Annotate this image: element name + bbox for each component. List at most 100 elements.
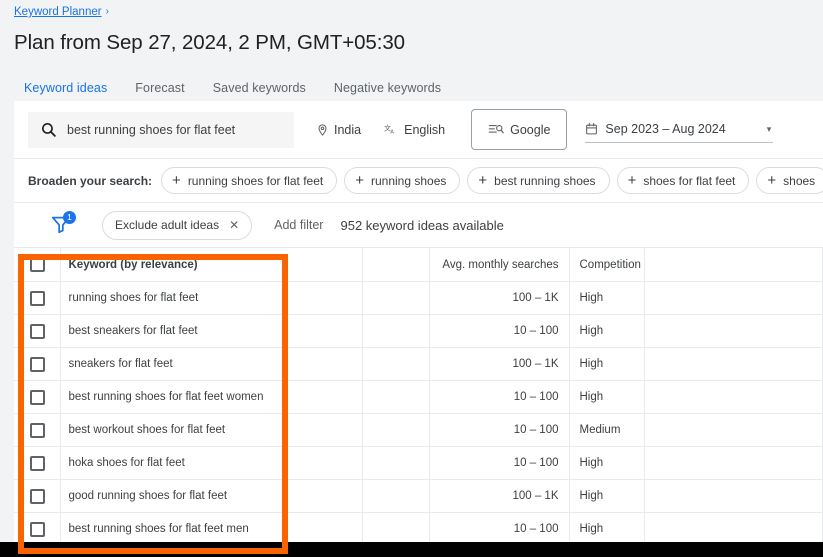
row-select-cell xyxy=(14,347,61,381)
cell-competition: High xyxy=(569,281,645,315)
table-row[interactable]: best running shoes for flat feet men 10 –… xyxy=(14,512,823,546)
cell-avg-monthly-searches: 10 – 100 xyxy=(429,446,570,480)
table-row[interactable]: good running shoes for flat feet 100 – 1K… xyxy=(14,479,823,513)
broaden-chip-shoes-for-flat-feet[interactable]: + shoes for flat feet xyxy=(616,167,750,194)
date-range-selector[interactable]: Sep 2023 – Aug 2024 ▾ xyxy=(585,116,774,143)
table-header-row: Keyword (by relevance) Avg. monthly sear… xyxy=(14,247,823,282)
cell-avg-monthly-searches: 10 – 100 xyxy=(429,413,570,447)
plus-icon: + xyxy=(627,172,637,189)
tab-label: Keyword ideas xyxy=(24,81,108,95)
row-select-cell xyxy=(14,380,61,414)
cell-keyword[interactable]: best running shoes for flat feet men xyxy=(60,512,363,546)
plus-icon: + xyxy=(478,172,488,189)
table-body: running shoes for flat feet 100 – 1K High b… xyxy=(14,281,823,546)
keyword-ideas-count: 952 keyword ideas available xyxy=(340,217,504,233)
cell-trailing xyxy=(644,347,823,381)
location-selector[interactable]: India xyxy=(316,123,361,137)
filter-toolbar: 1 Exclude adult ideas ✕ Add filter 952 k… xyxy=(14,203,823,247)
breadcrumb-link-keyword-planner[interactable]: Keyword Planner xyxy=(14,5,102,19)
tab-label: Saved keywords xyxy=(212,81,306,95)
row-checkbox[interactable] xyxy=(30,356,45,372)
table-row[interactable]: best running shoes for flat feet women 10… xyxy=(14,380,823,414)
cell-trailing xyxy=(644,479,823,513)
cell-blank xyxy=(362,413,430,447)
page-title: Plan from Sep 27, 2024, 2 PM, GMT+05:30 xyxy=(14,31,405,54)
cell-blank xyxy=(362,281,430,315)
cell-keyword[interactable]: running shoes for flat feet xyxy=(60,281,363,315)
translate-icon: 文 A xyxy=(384,123,394,135)
table-row[interactable]: sneakers for flat feet 100 – 1K High xyxy=(14,347,823,381)
row-checkbox[interactable] xyxy=(30,422,45,438)
cell-competition: High xyxy=(569,380,645,414)
row-checkbox[interactable] xyxy=(30,521,45,537)
table-row[interactable]: best sneakers for flat feet 10 – 100 High xyxy=(14,314,823,348)
row-select-cell xyxy=(14,281,61,315)
cell-avg-monthly-searches: 100 – 1K xyxy=(429,281,570,315)
add-filter-button[interactable]: Add filter xyxy=(274,218,323,232)
keyword-ideas-card: best running shoes for flat feet India 文… xyxy=(14,101,823,557)
keyword-search-field[interactable]: best running shoes for flat feet xyxy=(28,111,294,148)
network-selector[interactable]: Google xyxy=(471,109,568,150)
cell-avg-monthly-searches: 100 – 1K xyxy=(429,347,570,381)
page-header: Keyword Planner › Plan from Sep 27, 2024… xyxy=(0,0,823,105)
column-header-trailing xyxy=(644,247,823,282)
close-icon[interactable]: ✕ xyxy=(229,219,239,231)
column-header-competition[interactable]: Competition xyxy=(569,247,645,282)
cell-competition: High xyxy=(569,347,645,381)
broaden-chip-shoes[interactable]: + shoes xyxy=(756,167,823,194)
table-row[interactable]: running shoes for flat feet 100 – 1K High xyxy=(14,281,823,315)
keyword-ideas-table: Keyword (by relevance) Avg. monthly sear… xyxy=(14,247,823,546)
cell-avg-monthly-searches: 10 – 100 xyxy=(429,512,570,546)
cell-avg-monthly-searches: 10 – 100 xyxy=(429,380,570,414)
row-checkbox[interactable] xyxy=(30,290,45,306)
table-row[interactable]: hoka shoes for flat feet 10 – 100 High xyxy=(14,446,823,480)
filter-funnel-button[interactable]: 1 xyxy=(50,211,80,238)
cell-competition: High xyxy=(569,314,645,348)
redaction-bar xyxy=(0,542,823,557)
location-pin-icon xyxy=(318,123,327,136)
broaden-chip-label: running shoes xyxy=(371,173,447,188)
row-checkbox[interactable] xyxy=(30,455,45,471)
cell-trailing xyxy=(644,446,823,480)
cell-competition: High xyxy=(569,512,645,546)
cell-keyword[interactable]: best running shoes for flat feet women xyxy=(60,380,363,414)
row-select-cell xyxy=(14,413,61,447)
cell-keyword[interactable]: best workout shoes for flat feet xyxy=(60,413,363,447)
search-toolbar: best running shoes for flat feet India 文… xyxy=(14,101,823,159)
row-select-cell xyxy=(14,512,61,546)
broaden-chip-running-shoes[interactable]: + running shoes xyxy=(344,167,461,194)
row-checkbox[interactable] xyxy=(30,488,45,504)
row-checkbox[interactable] xyxy=(30,323,45,339)
cell-keyword[interactable]: hoka shoes for flat feet xyxy=(60,446,363,480)
cell-keyword[interactable]: sneakers for flat feet xyxy=(60,347,363,381)
broaden-search-label: Broaden your search: xyxy=(28,173,153,188)
filter-chip-label: Exclude adult ideas xyxy=(115,218,220,232)
date-range-label: Sep 2023 – Aug 2024 xyxy=(605,122,726,136)
cell-keyword[interactable]: best sneakers for flat feet xyxy=(60,314,363,348)
cell-avg-monthly-searches: 10 – 100 xyxy=(429,314,570,348)
tab-label: Negative keywords xyxy=(333,81,442,95)
broaden-chip-label: best running shoes xyxy=(494,173,596,188)
cell-blank xyxy=(362,314,430,348)
filter-chip-exclude-adult-ideas[interactable]: Exclude adult ideas ✕ xyxy=(102,210,253,240)
table-row[interactable]: best workout shoes for flat feet 10 – 100… xyxy=(14,413,823,447)
cell-trailing xyxy=(644,281,823,315)
cell-trailing xyxy=(644,314,823,348)
cell-trailing xyxy=(644,380,823,414)
location-label: India xyxy=(334,122,362,137)
cell-keyword[interactable]: good running shoes for flat feet xyxy=(60,479,363,513)
chevron-down-icon: ▾ xyxy=(766,123,772,134)
cell-avg-monthly-searches: 100 – 1K xyxy=(429,479,570,513)
search-input-value[interactable]: best running shoes for flat feet xyxy=(67,123,235,137)
language-selector[interactable]: 文 A English xyxy=(383,123,445,137)
broaden-chip-running-shoes-for-flat-feet[interactable]: + running shoes for flat feet xyxy=(161,167,338,194)
column-header-keyword[interactable]: Keyword (by relevance) xyxy=(60,247,363,282)
broaden-chip-best-running-shoes[interactable]: + best running shoes xyxy=(467,167,610,194)
column-header-avg-monthly-searches[interactable]: Avg. monthly searches xyxy=(429,247,570,282)
row-checkbox[interactable] xyxy=(30,389,45,405)
select-all-checkbox[interactable] xyxy=(30,257,45,272)
breadcrumb: Keyword Planner › xyxy=(14,0,823,19)
broaden-chip-label: shoes for flat feet xyxy=(643,173,736,188)
cell-blank xyxy=(362,347,430,381)
cell-competition: High xyxy=(569,446,645,480)
